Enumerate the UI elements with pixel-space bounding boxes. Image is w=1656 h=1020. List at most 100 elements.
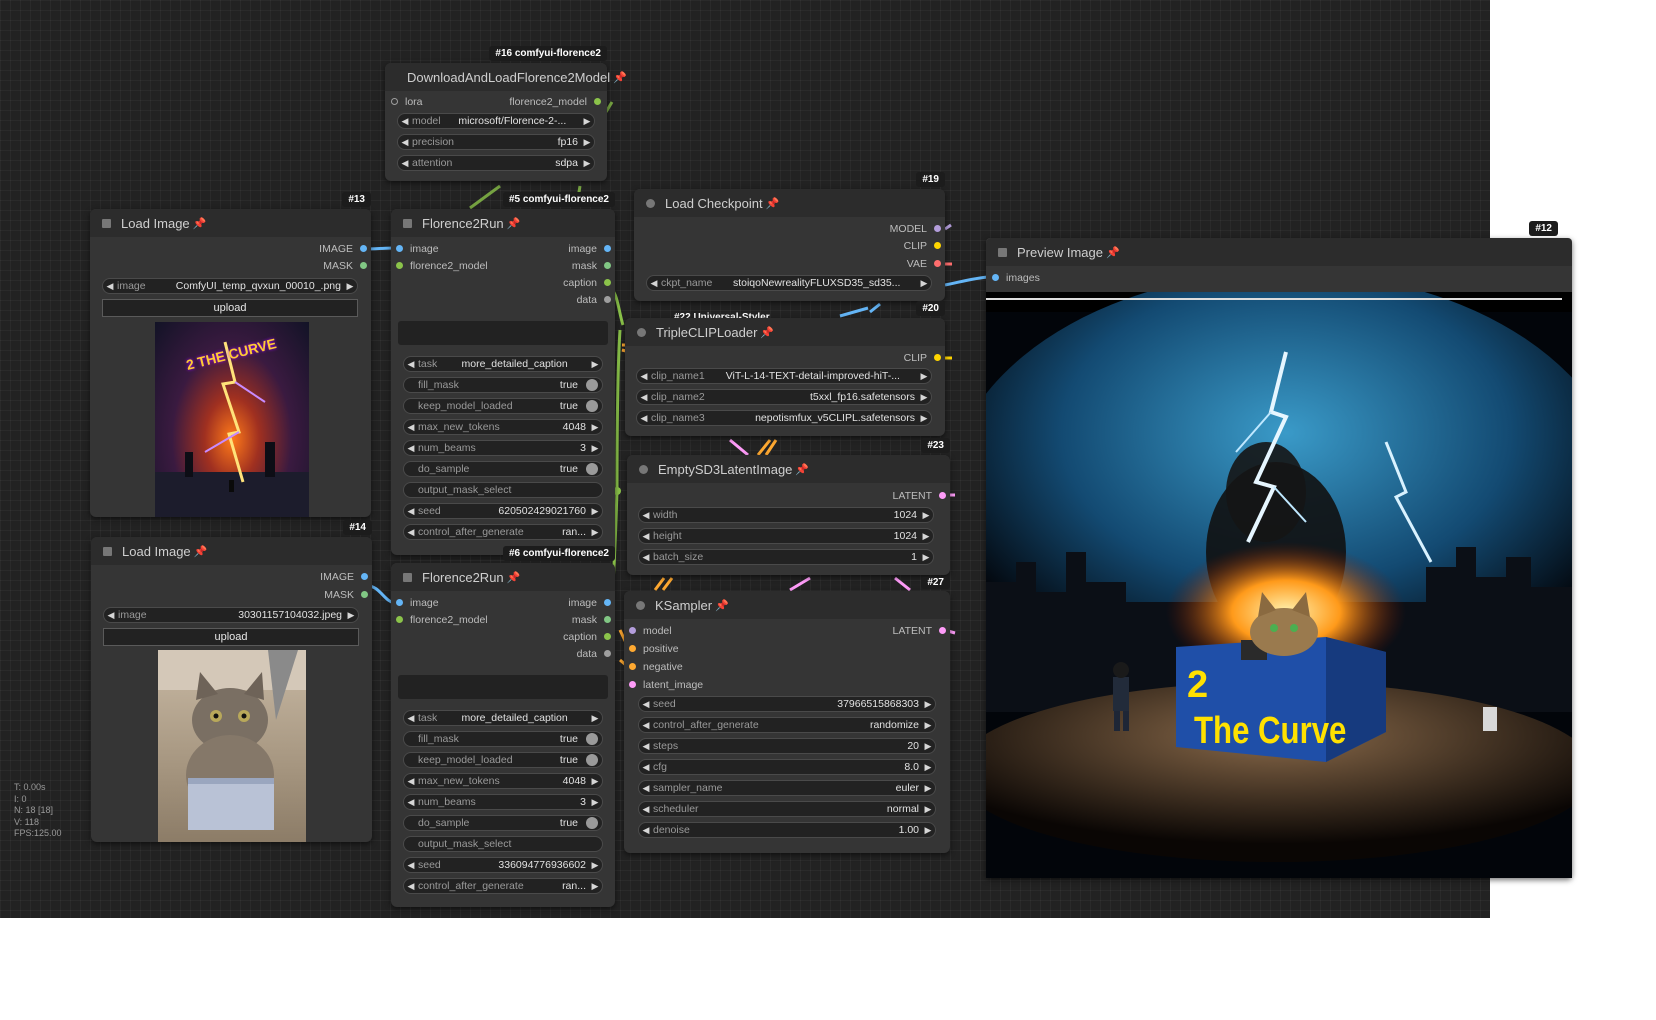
node-header[interactable]: Florence2Run 📌 [391, 209, 615, 237]
output-slot-image[interactable]: image [568, 596, 611, 610]
input-slot-image[interactable]: image [396, 242, 439, 256]
arrow-left-icon[interactable]: ◀ [404, 527, 418, 538]
node-triple-clip-loader[interactable]: #20 TripleCLIPLoader 📌 CLIP ◀ clip_name1… [625, 301, 945, 436]
arrow-right-icon[interactable]: ▶ [588, 860, 602, 871]
output-slot-caption[interactable]: caption [563, 630, 611, 644]
arrow-right-icon[interactable]: ▶ [588, 881, 602, 892]
arrow-left-icon[interactable]: ◀ [637, 392, 651, 403]
output-slot-florence2-model[interactable]: florence2_model [509, 95, 601, 109]
widget-batch-size[interactable]: ◀ batch_size 1 ▶ [638, 549, 934, 565]
arrow-right-icon[interactable]: ▶ [921, 699, 935, 710]
arrow-right-icon[interactable]: ▶ [919, 510, 933, 521]
node-header[interactable]: Load Image 📌 [91, 537, 372, 565]
node-preview-image[interactable]: #12 Preview Image 📌 images 2 The Curve [986, 221, 1572, 878]
widget-sampler-name[interactable]: ◀ sampler_name euler ▶ [638, 780, 936, 796]
output-slot-image[interactable]: IMAGE [320, 570, 368, 584]
node-florence2-run-6[interactable]: #6 comfyui-florence2 Florence2Run 📌 imag… [391, 546, 615, 907]
widget-output-mask-select[interactable]: output_mask_select [403, 836, 603, 852]
collapse-toggle-icon[interactable] [403, 572, 412, 582]
output-slot-vae[interactable]: VAE [907, 257, 941, 271]
arrow-right-icon[interactable]: ▶ [588, 797, 602, 808]
node-header[interactable]: Load Checkpoint 📌 [634, 189, 945, 217]
widget-do-sample[interactable]: do_sample true [403, 461, 603, 477]
arrow-left-icon[interactable]: ◀ [398, 158, 412, 169]
output-slot-mask[interactable]: mask [572, 613, 611, 627]
widget-denoise[interactable]: ◀ denoise 1.00 ▶ [638, 822, 936, 838]
widget-max-new-tokens[interactable]: ◀ max_new_tokens 4048 ▶ [403, 773, 603, 789]
node-download-florence2-model[interactable]: #16 comfyui-florence2 DownloadAndLoadFlo… [385, 46, 627, 181]
arrow-left-icon[interactable]: ◀ [404, 506, 418, 517]
node-empty-sd3-latent-image[interactable]: #23 EmptySD3LatentImage 📌 LATENT ◀ width… [627, 438, 950, 575]
preview-image-output[interactable]: 2 The Curve [986, 292, 1572, 878]
arrow-right-icon[interactable]: ▶ [580, 158, 594, 169]
arrow-right-icon[interactable]: ▶ [921, 804, 935, 815]
arrow-right-icon[interactable]: ▶ [919, 531, 933, 542]
node-load-image-14[interactable]: #14 Load Image 📌 IMAGE MASK ◀ image 3030… [91, 520, 372, 842]
widget-fill-mask[interactable]: fill_mask true [403, 731, 603, 747]
arrow-left-icon[interactable]: ◀ [639, 762, 653, 773]
arrow-right-icon[interactable]: ▶ [580, 137, 594, 148]
arrow-left-icon[interactable]: ◀ [639, 510, 653, 521]
arrow-right-icon[interactable]: ▶ [917, 392, 931, 403]
input-slot-images[interactable]: images [992, 271, 1040, 285]
arrow-left-icon[interactable]: ◀ [639, 804, 653, 815]
pin-icon[interactable]: 📌 [613, 71, 627, 84]
arrow-left-icon[interactable]: ◀ [639, 552, 653, 563]
node-load-image-13[interactable]: #13 Load Image 📌 IMAGE MASK ◀ image Comf… [90, 192, 371, 517]
toggle-icon[interactable] [586, 754, 598, 766]
output-slot-model[interactable]: MODEL [890, 222, 941, 236]
widget-image-select[interactable]: ◀ image 30301157104032.jpeg ▶ [103, 607, 359, 623]
output-slot-data[interactable]: data [577, 647, 611, 661]
widget-do-sample[interactable]: do_sample true [403, 815, 603, 831]
arrow-left-icon[interactable]: ◀ [404, 881, 418, 892]
arrow-right-icon[interactable]: ▶ [580, 116, 594, 127]
collapse-toggle-icon[interactable] [636, 600, 645, 610]
widget-control-after-generate[interactable]: ◀ control_after_generate ran... ▶ [403, 524, 603, 540]
arrow-left-icon[interactable]: ◀ [637, 413, 651, 424]
upload-button[interactable]: upload [102, 299, 358, 317]
input-slot-florence2-model[interactable]: florence2_model [396, 259, 488, 273]
pin-icon[interactable]: 📌 [766, 197, 780, 210]
widget-control-after-generate[interactable]: ◀ control_after_generate ran... ▶ [403, 878, 603, 894]
input-slot-model[interactable]: model [629, 624, 672, 638]
widget-fill-mask[interactable]: fill_mask true [403, 377, 603, 393]
output-slot-data[interactable]: data [577, 293, 611, 307]
widget-seed[interactable]: ◀ seed 620502429021760 ▶ [403, 503, 603, 519]
arrow-left-icon[interactable]: ◀ [639, 720, 653, 731]
node-header[interactable]: DownloadAndLoadFlorence2Model 📌 [385, 63, 627, 91]
input-slot-lora[interactable]: lora [391, 95, 423, 109]
input-slot-latent-image[interactable]: latent_image [629, 678, 703, 692]
node-florence2-run-5[interactable]: #5 comfyui-florence2 Florence2Run 📌 imag… [391, 192, 615, 555]
pin-icon[interactable]: 📌 [715, 599, 729, 612]
widget-max-new-tokens[interactable]: ◀ max_new_tokens 4048 ▶ [403, 419, 603, 435]
arrow-left-icon[interactable]: ◀ [639, 825, 653, 836]
collapse-toggle-icon[interactable] [998, 247, 1007, 257]
arrow-right-icon[interactable]: ▶ [921, 825, 935, 836]
arrow-left-icon[interactable]: ◀ [639, 783, 653, 794]
collapse-toggle-icon[interactable] [646, 198, 655, 208]
widget-clip-name3[interactable]: ◀ clip_name3 nepotismfux_v5CLIPL.safeten… [636, 410, 932, 426]
arrow-left-icon[interactable]: ◀ [404, 359, 418, 370]
arrow-right-icon[interactable]: ▶ [917, 278, 931, 289]
widget-task[interactable]: ◀ task more_detailed_caption ▶ [403, 356, 603, 372]
collapse-toggle-icon[interactable] [102, 218, 111, 228]
pin-icon[interactable]: 📌 [760, 326, 774, 339]
node-load-checkpoint[interactable]: #19 Load Checkpoint 📌 MODEL CLIP VAE ◀ c… [634, 172, 945, 301]
arrow-right-icon[interactable]: ▶ [919, 552, 933, 563]
arrow-right-icon[interactable]: ▶ [588, 527, 602, 538]
toggle-icon[interactable] [586, 379, 598, 391]
node-ksampler[interactable]: #27 KSampler 📌 model positive negative l… [624, 577, 950, 853]
arrow-left-icon[interactable]: ◀ [647, 278, 661, 289]
widget-num-beams[interactable]: ◀ num_beams 3 ▶ [403, 440, 603, 456]
arrow-left-icon[interactable]: ◀ [398, 137, 412, 148]
arrow-left-icon[interactable]: ◀ [639, 699, 653, 710]
text-prompt-input[interactable] [398, 321, 608, 345]
output-slot-image[interactable]: image [568, 242, 611, 256]
pin-icon[interactable]: 📌 [193, 217, 207, 230]
arrow-left-icon[interactable]: ◀ [637, 371, 651, 382]
output-slot-latent[interactable]: LATENT [893, 624, 946, 638]
arrow-right-icon[interactable]: ▶ [588, 506, 602, 517]
arrow-right-icon[interactable]: ▶ [588, 359, 602, 370]
arrow-right-icon[interactable]: ▶ [588, 443, 602, 454]
arrow-left-icon[interactable]: ◀ [639, 531, 653, 542]
